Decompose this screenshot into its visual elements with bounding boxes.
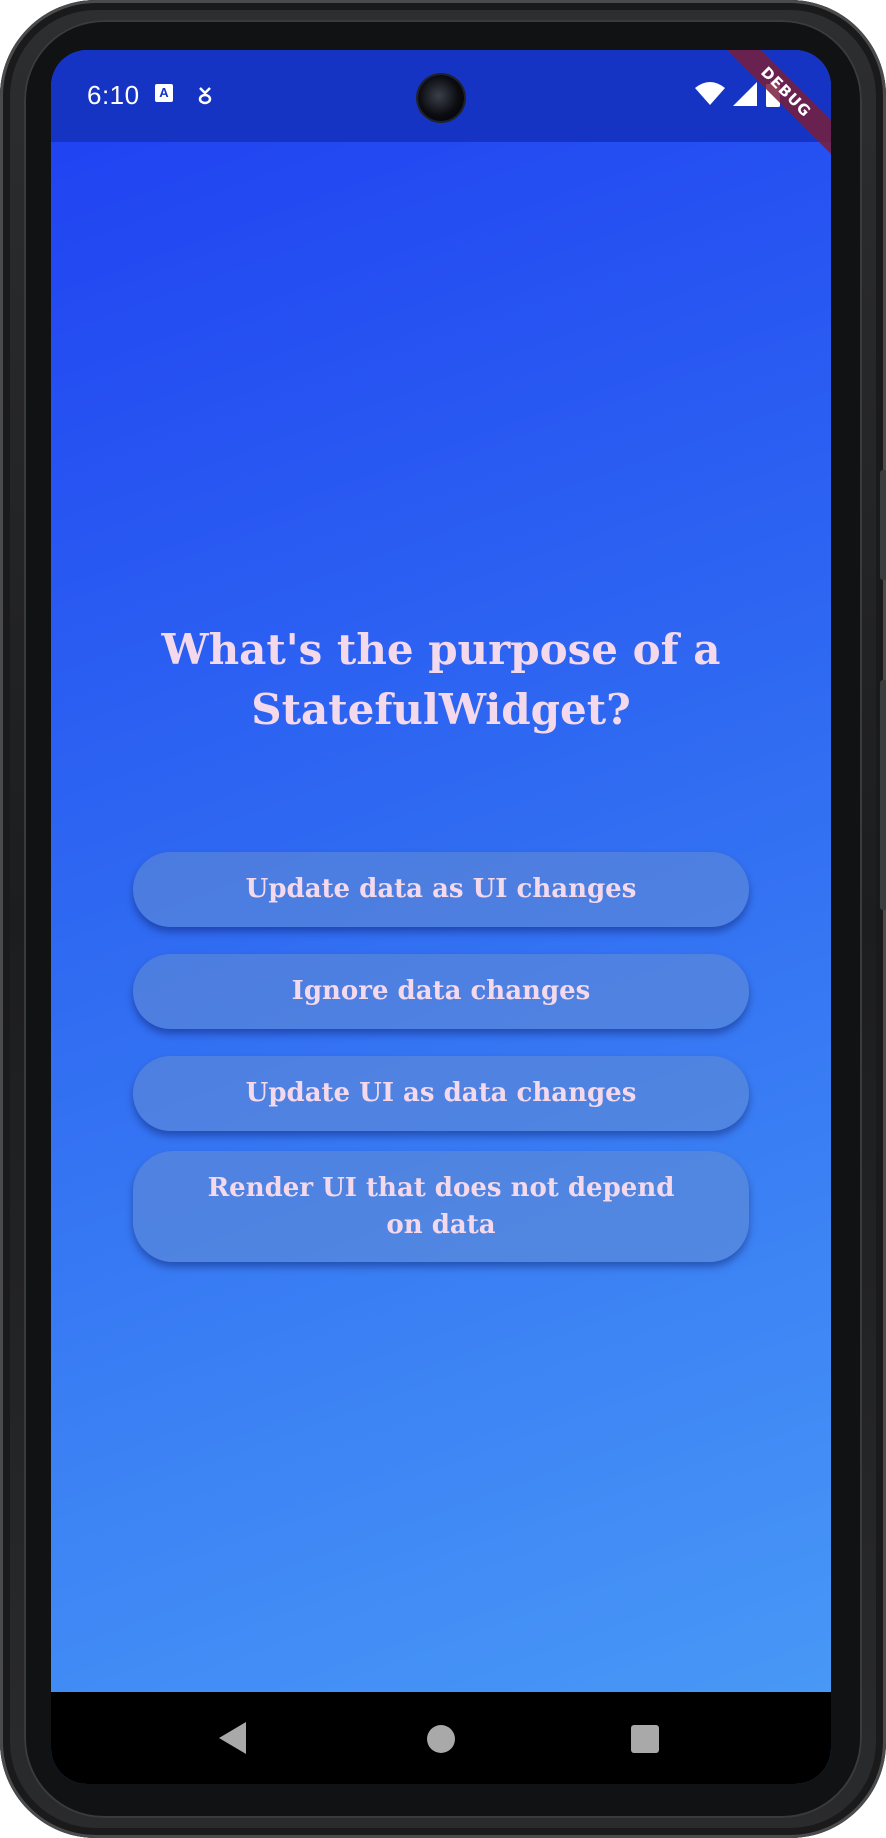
answer-button-4[interactable]: Render UI that does not depend on data: [133, 1151, 749, 1262]
quiz-content: What's the purpose of a StatefulWidget? …: [51, 142, 831, 1692]
volume-button: [880, 470, 886, 580]
status-time: 6:10: [87, 80, 140, 110]
answer-list: Update data as UI changes Ignore data ch…: [133, 852, 749, 1289]
answer-button-3[interactable]: Update UI as data changes: [133, 1056, 749, 1131]
question-text: What's the purpose of a StatefulWidget?: [161, 625, 721, 734]
recents-icon[interactable]: [631, 1725, 659, 1753]
navigation-bar: [51, 1692, 831, 1784]
answer-button-2[interactable]: Ignore data changes: [133, 954, 749, 1029]
wifi-icon: [695, 82, 725, 105]
power-button: [880, 680, 886, 910]
app-screen: 6:10 A DEBUG What's the purpose of a Sta…: [51, 50, 831, 1784]
phone-frame: 6:10 A DEBUG What's the purpose of a Sta…: [0, 0, 886, 1838]
answer-button-1[interactable]: Update data as UI changes: [133, 852, 749, 927]
text-app-icon: A: [155, 84, 173, 102]
status-bar: 6:10 A DEBUG: [51, 50, 831, 161]
back-icon[interactable]: [219, 1722, 246, 1754]
download-notification-icon: [198, 87, 212, 105]
signal-icon: [733, 82, 757, 106]
home-icon[interactable]: [427, 1725, 455, 1753]
front-camera: [418, 75, 464, 121]
